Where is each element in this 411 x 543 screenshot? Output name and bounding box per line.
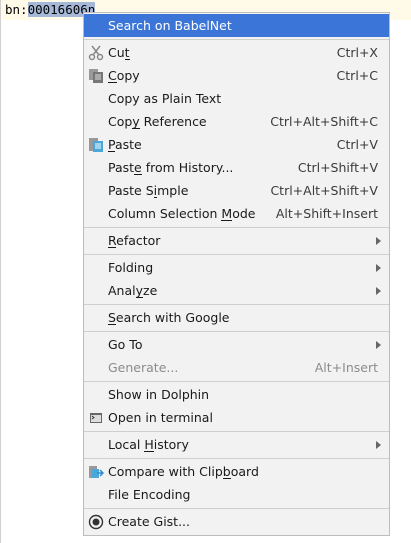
menu-item-label: Paste: [108, 137, 142, 152]
menu-item-label: Column Selection Mode: [108, 206, 256, 221]
submenu-arrow-icon: [376, 287, 381, 295]
context-menu: Search on BabelNet Cut Ctrl+X Copy Ctrl+C Cop…: [83, 12, 390, 536]
menu-item-generate: Generate... Alt+Insert: [84, 356, 389, 379]
submenu-arrow-icon: [376, 341, 381, 349]
mnemonic-underline: [222, 478, 231, 479]
menu-item-label: Local History: [108, 437, 189, 452]
menu-item-analyze[interactable]: Analyze: [84, 279, 389, 302]
menu-item-label: Create Gist...: [108, 514, 191, 529]
menu-item-label: Copy: [108, 68, 140, 83]
menu-item-paste[interactable]: Paste Ctrl+V: [84, 133, 389, 156]
menu-separator: [84, 508, 389, 509]
menu-item-label: Compare with Clipboard: [108, 464, 259, 479]
left-border: [0, 0, 1, 543]
menu-item-create-gist[interactable]: Create Gist...: [84, 510, 389, 533]
mnemonic-underline: [108, 247, 117, 248]
compare-icon: [88, 464, 105, 480]
menu-item-copy[interactable]: Copy Ctrl+C: [84, 64, 389, 87]
terminal-icon: [88, 410, 104, 426]
mnemonic-underline: [153, 197, 158, 198]
menu-separator: [84, 331, 389, 332]
mnemonic-underline: [144, 451, 154, 452]
scissors-icon: [88, 45, 104, 61]
menu-item-compare-with-clipboard[interactable]: Compare with Clipboard: [84, 460, 389, 483]
menu-item-label: Open in terminal: [108, 410, 213, 425]
menu-separator: [84, 304, 389, 305]
menu-item-folding[interactable]: Folding: [84, 256, 389, 279]
menu-separator: [84, 431, 389, 432]
menu-separator: [84, 227, 389, 228]
menu-item-search-on-babelnet[interactable]: Search on BabelNet: [84, 14, 389, 37]
menu-item-show-in-dolphin[interactable]: Show in Dolphin: [84, 383, 389, 406]
submenu-arrow-icon: [376, 264, 381, 272]
menu-item-open-in-terminal[interactable]: Open in terminal: [84, 406, 389, 429]
mnemonic-underline: [108, 151, 115, 152]
menu-separator: [84, 39, 389, 40]
mnemonic-underline: [124, 59, 130, 60]
menu-item-label: Folding: [108, 260, 154, 275]
mnemonic-underline: [135, 297, 144, 298]
menu-item-label: Search on BabelNet: [108, 18, 232, 33]
menu-item-cut[interactable]: Cut Ctrl+X: [84, 41, 389, 64]
menu-item-label: Show in Dolphin: [108, 387, 210, 402]
mnemonic-underline: [221, 220, 233, 221]
menu-item-refactor[interactable]: Refactor: [84, 229, 389, 252]
menu-item-shortcut: Ctrl+X: [336, 45, 378, 60]
menu-item-label: Copy as Plain Text: [108, 91, 222, 106]
menu-item-copy-as-plain-text[interactable]: Copy as Plain Text: [84, 87, 389, 110]
menu-item-shortcut: Alt+Insert: [314, 360, 378, 375]
menu-item-label: Go To: [108, 337, 143, 352]
menu-item-shortcut: Ctrl+C: [336, 68, 378, 83]
menu-item-local-history[interactable]: Local History: [84, 433, 389, 456]
menu-item-paste-from-history[interactable]: Paste from History... Ctrl+Shift+V: [84, 156, 389, 179]
menu-item-label: Copy Reference: [108, 114, 207, 129]
menu-separator: [84, 381, 389, 382]
github-icon: [88, 514, 104, 530]
menu-item-label: Search with Google: [108, 310, 230, 325]
menu-item-go-to[interactable]: Go To: [84, 333, 389, 356]
menu-item-file-encoding[interactable]: File Encoding: [84, 483, 389, 506]
menu-item-shortcut: Ctrl+Alt+Shift+V: [270, 183, 378, 198]
menu-item-column-selection-mode[interactable]: Column Selection Mode Alt+Shift+Insert: [84, 202, 389, 225]
mnemonic-underline: [134, 174, 142, 175]
menu-item-shortcut: Alt+Shift+Insert: [275, 206, 378, 221]
menu-item-label: Analyze: [108, 283, 158, 298]
menu-item-label: Refactor: [108, 233, 161, 248]
menu-item-label: Paste Simple: [108, 183, 189, 198]
submenu-arrow-icon: [376, 237, 381, 245]
paste-icon: [88, 137, 104, 153]
menu-item-paste-simple[interactable]: Paste Simple Ctrl+Alt+Shift+V: [84, 179, 389, 202]
menu-item-label: Cut: [108, 45, 130, 60]
menu-separator: [84, 458, 389, 459]
editor-prefix: bn:: [5, 2, 28, 17]
submenu-arrow-icon: [376, 441, 381, 449]
copy-icon: [88, 68, 104, 84]
menu-item-label: File Encoding: [108, 487, 191, 502]
menu-separator: [84, 254, 389, 255]
menu-item-search-with-google[interactable]: Search with Google: [84, 306, 389, 329]
menu-item-shortcut: Ctrl+V: [336, 137, 378, 152]
menu-item-copy-reference[interactable]: Copy Reference Ctrl+Alt+Shift+C: [84, 110, 389, 133]
menu-item-label: Generate...: [108, 360, 179, 375]
menu-item-label: Paste from History...: [108, 160, 234, 175]
mnemonic-underline: [132, 128, 140, 129]
mnemonic-underline: [108, 82, 117, 83]
mnemonic-underline: [108, 324, 116, 325]
menu-item-shortcut: Ctrl+Alt+Shift+C: [270, 114, 378, 129]
menu-item-shortcut: Ctrl+Shift+V: [297, 160, 378, 175]
